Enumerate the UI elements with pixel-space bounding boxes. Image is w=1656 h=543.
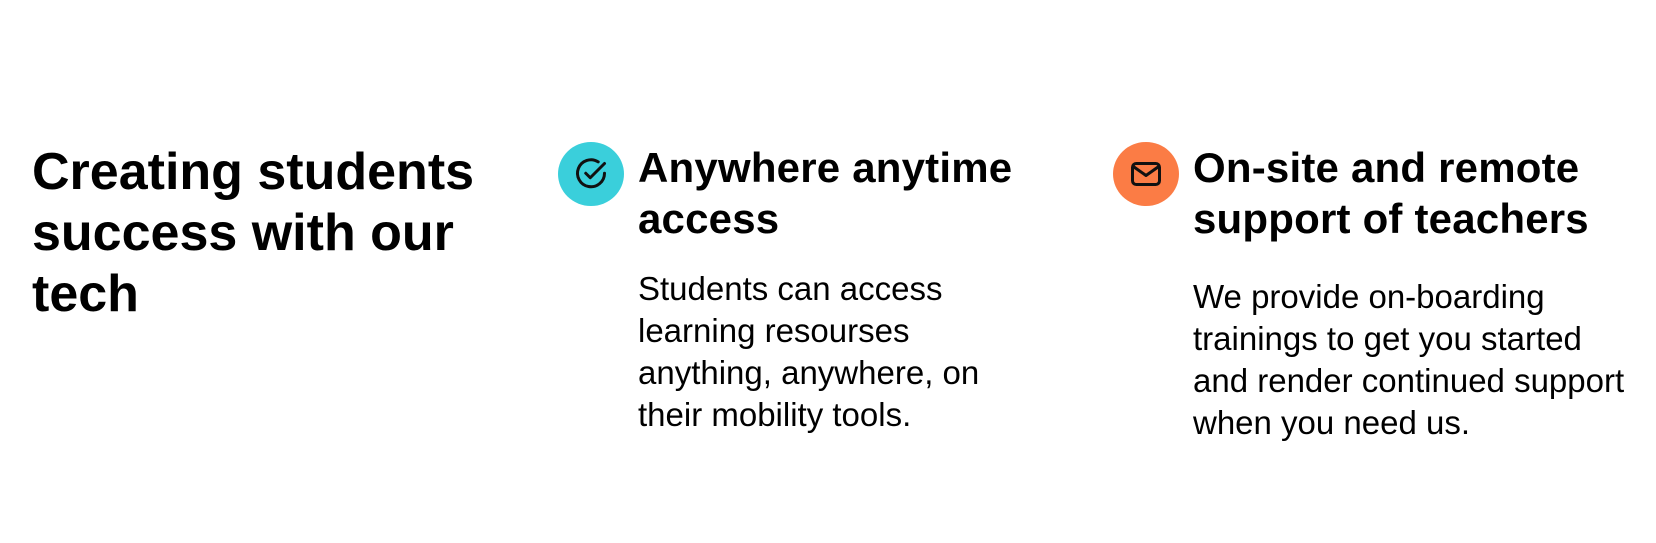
features-section: Creating students success with our tech … xyxy=(0,0,1656,543)
feature-title: Anywhere anytime access xyxy=(638,144,1013,242)
feature-text: Anywhere anytime access Students can acc… xyxy=(638,142,1048,436)
feature-title: On-site and remote support of teachers xyxy=(1193,144,1589,242)
feature-description: Students can access learning resourses a… xyxy=(638,270,980,433)
section-headline: Creating students success with our tech xyxy=(32,143,475,323)
check-circle-icon xyxy=(558,142,624,206)
feature-text: On-site and remote support of teachers W… xyxy=(1193,142,1633,444)
feature-description: We provide on-boarding trainings to get … xyxy=(1193,278,1625,441)
mail-icon xyxy=(1113,142,1179,206)
